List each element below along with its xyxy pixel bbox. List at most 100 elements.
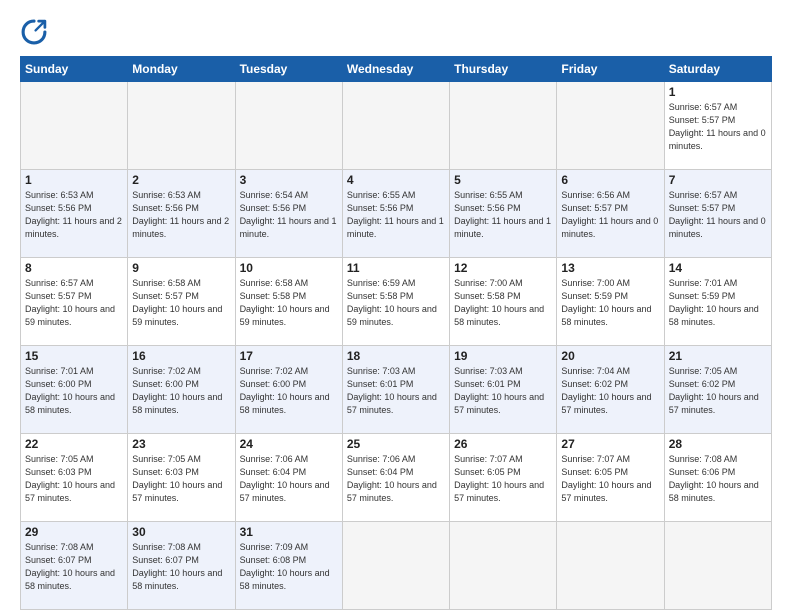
day-number: 27 xyxy=(561,437,659,451)
day-number: 1 xyxy=(669,85,767,99)
day-info: Sunrise: 6:57 AMSunset: 5:57 PMDaylight:… xyxy=(669,101,767,153)
day-info: Sunrise: 7:06 AMSunset: 6:04 PMDaylight:… xyxy=(347,453,445,505)
calendar-cell: 4Sunrise: 6:55 AMSunset: 5:56 PMDaylight… xyxy=(342,170,449,258)
day-number: 26 xyxy=(454,437,552,451)
calendar-cell: 6 Sunrise: 6:56 AMSunset: 5:57 PMDaylight… xyxy=(557,170,664,258)
calendar-cell: 19 Sunrise: 7:03 AMSunset: 6:01 PMDayligh… xyxy=(450,346,557,434)
calendar-header-saturday: Saturday xyxy=(664,57,771,82)
day-info: Sunrise: 7:07 AMSunset: 6:05 PMDaylight:… xyxy=(561,453,659,505)
day-info: Sunrise: 6:54 AMSunset: 5:56 PMDaylight:… xyxy=(240,189,338,241)
calendar-cell: 17 Sunrise: 7:02 AMSunset: 6:00 PMDayligh… xyxy=(235,346,342,434)
calendar-cell xyxy=(450,82,557,170)
calendar-cell: 30Sunrise: 7:08 AMSunset: 6:07 PMDayligh… xyxy=(128,522,235,610)
calendar-cell: 16 Sunrise: 7:02 AMSunset: 6:00 PMDayligh… xyxy=(128,346,235,434)
day-number: 10 xyxy=(240,261,338,275)
day-info: Sunrise: 7:08 AMSunset: 6:07 PMDaylight:… xyxy=(132,541,230,593)
day-info: Sunrise: 6:57 AMSunset: 5:57 PMDaylight:… xyxy=(25,277,123,329)
calendar-cell xyxy=(235,82,342,170)
day-number: 21 xyxy=(669,349,767,363)
day-info: Sunrise: 7:02 AMSunset: 6:00 PMDaylight:… xyxy=(132,365,230,417)
day-info: Sunrise: 7:05 AMSunset: 6:03 PMDaylight:… xyxy=(25,453,123,505)
calendar-cell xyxy=(664,522,771,610)
calendar-cell: 15 Sunrise: 7:01 AMSunset: 6:00 PMDayligh… xyxy=(21,346,128,434)
calendar-cell: 1 Sunrise: 6:57 AMSunset: 5:57 PMDaylight… xyxy=(664,82,771,170)
day-number: 7 xyxy=(669,173,767,187)
calendar-week-2: 8Sunrise: 6:57 AMSunset: 5:57 PMDaylight… xyxy=(21,258,772,346)
calendar-cell: 22Sunrise: 7:05 AMSunset: 6:03 PMDayligh… xyxy=(21,434,128,522)
calendar-cell: 21 Sunrise: 7:05 AMSunset: 6:02 PMDayligh… xyxy=(664,346,771,434)
calendar-cell xyxy=(450,522,557,610)
day-number: 16 xyxy=(132,349,230,363)
day-number: 25 xyxy=(347,437,445,451)
day-info: Sunrise: 7:01 AMSunset: 6:00 PMDaylight:… xyxy=(25,365,123,417)
calendar-table: SundayMondayTuesdayWednesdayThursdayFrid… xyxy=(20,56,772,610)
day-info: Sunrise: 6:58 AMSunset: 5:58 PMDaylight:… xyxy=(240,277,338,329)
day-info: Sunrise: 7:09 AMSunset: 6:08 PMDaylight:… xyxy=(240,541,338,593)
calendar-body: 1 Sunrise: 6:57 AMSunset: 5:57 PMDaylight… xyxy=(21,82,772,610)
day-info: Sunrise: 7:06 AMSunset: 6:04 PMDaylight:… xyxy=(240,453,338,505)
logo-icon xyxy=(20,18,48,46)
day-info: Sunrise: 6:55 AMSunset: 5:56 PMDaylight:… xyxy=(454,189,552,241)
day-info: Sunrise: 7:01 AMSunset: 5:59 PMDaylight:… xyxy=(669,277,767,329)
calendar-header-row: SundayMondayTuesdayWednesdayThursdayFrid… xyxy=(21,57,772,82)
day-number: 17 xyxy=(240,349,338,363)
calendar-cell xyxy=(128,82,235,170)
day-info: Sunrise: 7:02 AMSunset: 6:00 PMDaylight:… xyxy=(240,365,338,417)
calendar-cell: 29Sunrise: 7:08 AMSunset: 6:07 PMDayligh… xyxy=(21,522,128,610)
day-number: 13 xyxy=(561,261,659,275)
calendar-cell: 14Sunrise: 7:01 AMSunset: 5:59 PMDayligh… xyxy=(664,258,771,346)
day-info: Sunrise: 6:56 AMSunset: 5:57 PMDaylight:… xyxy=(561,189,659,241)
day-number: 18 xyxy=(347,349,445,363)
calendar-cell: 12Sunrise: 7:00 AMSunset: 5:58 PMDayligh… xyxy=(450,258,557,346)
calendar-cell: 8Sunrise: 6:57 AMSunset: 5:57 PMDaylight… xyxy=(21,258,128,346)
calendar-header-thursday: Thursday xyxy=(450,57,557,82)
day-info: Sunrise: 6:58 AMSunset: 5:57 PMDaylight:… xyxy=(132,277,230,329)
day-info: Sunrise: 7:05 AMSunset: 6:03 PMDaylight:… xyxy=(132,453,230,505)
calendar-cell: 20Sunrise: 7:04 AMSunset: 6:02 PMDayligh… xyxy=(557,346,664,434)
calendar-week-0: 1 Sunrise: 6:57 AMSunset: 5:57 PMDaylight… xyxy=(21,82,772,170)
day-info: Sunrise: 6:53 AMSunset: 5:56 PMDaylight:… xyxy=(132,189,230,241)
calendar-cell xyxy=(342,82,449,170)
day-number: 5 xyxy=(454,173,552,187)
calendar-cell: 31 Sunrise: 7:09 AMSunset: 6:08 PMDayligh… xyxy=(235,522,342,610)
calendar-cell: 10 Sunrise: 6:58 AMSunset: 5:58 PMDayligh… xyxy=(235,258,342,346)
calendar-cell: 5 Sunrise: 6:55 AMSunset: 5:56 PMDaylight… xyxy=(450,170,557,258)
day-info: Sunrise: 7:03 AMSunset: 6:01 PMDaylight:… xyxy=(347,365,445,417)
day-info: Sunrise: 7:03 AMSunset: 6:01 PMDaylight:… xyxy=(454,365,552,417)
day-number: 29 xyxy=(25,525,123,539)
calendar-cell: 27 Sunrise: 7:07 AMSunset: 6:05 PMDayligh… xyxy=(557,434,664,522)
calendar-header-tuesday: Tuesday xyxy=(235,57,342,82)
calendar-cell: 7 Sunrise: 6:57 AMSunset: 5:57 PMDaylight… xyxy=(664,170,771,258)
calendar-cell: 9 Sunrise: 6:58 AMSunset: 5:57 PMDaylight… xyxy=(128,258,235,346)
calendar-cell xyxy=(557,82,664,170)
day-info: Sunrise: 7:05 AMSunset: 6:02 PMDaylight:… xyxy=(669,365,767,417)
calendar-week-1: 1Sunrise: 6:53 AMSunset: 5:56 PMDaylight… xyxy=(21,170,772,258)
day-number: 4 xyxy=(347,173,445,187)
day-number: 19 xyxy=(454,349,552,363)
day-number: 9 xyxy=(132,261,230,275)
calendar-cell: 13 Sunrise: 7:00 AMSunset: 5:59 PMDayligh… xyxy=(557,258,664,346)
calendar-cell xyxy=(342,522,449,610)
calendar-cell: 11Sunrise: 6:59 AMSunset: 5:58 PMDayligh… xyxy=(342,258,449,346)
calendar-week-5: 29 Sunrise: 7:08 AMSunset: 6:07 PMDayligh… xyxy=(21,522,772,610)
day-info: Sunrise: 6:57 AMSunset: 5:57 PMDaylight:… xyxy=(669,189,767,241)
calendar-cell: 18 Sunrise: 7:03 AMSunset: 6:01 PMDayligh… xyxy=(342,346,449,434)
calendar-cell: 24 Sunrise: 7:06 AMSunset: 6:04 PMDayligh… xyxy=(235,434,342,522)
day-number: 15 xyxy=(25,349,123,363)
logo xyxy=(20,18,52,46)
day-number: 6 xyxy=(561,173,659,187)
calendar-header-friday: Friday xyxy=(557,57,664,82)
calendar-week-4: 22Sunrise: 7:05 AMSunset: 6:03 PMDayligh… xyxy=(21,434,772,522)
day-info: Sunrise: 7:00 AMSunset: 5:58 PMDaylight:… xyxy=(454,277,552,329)
calendar-cell: 1Sunrise: 6:53 AMSunset: 5:56 PMDaylight… xyxy=(21,170,128,258)
day-info: Sunrise: 7:08 AMSunset: 6:06 PMDaylight:… xyxy=(669,453,767,505)
header xyxy=(20,18,772,46)
calendar-cell: 2Sunrise: 6:53 AMSunset: 5:56 PMDaylight… xyxy=(128,170,235,258)
calendar-cell: 23Sunrise: 7:05 AMSunset: 6:03 PMDayligh… xyxy=(128,434,235,522)
day-info: Sunrise: 7:00 AMSunset: 5:59 PMDaylight:… xyxy=(561,277,659,329)
day-number: 20 xyxy=(561,349,659,363)
day-number: 24 xyxy=(240,437,338,451)
day-number: 3 xyxy=(240,173,338,187)
day-number: 31 xyxy=(240,525,338,539)
page: SundayMondayTuesdayWednesdayThursdayFrid… xyxy=(0,0,792,612)
